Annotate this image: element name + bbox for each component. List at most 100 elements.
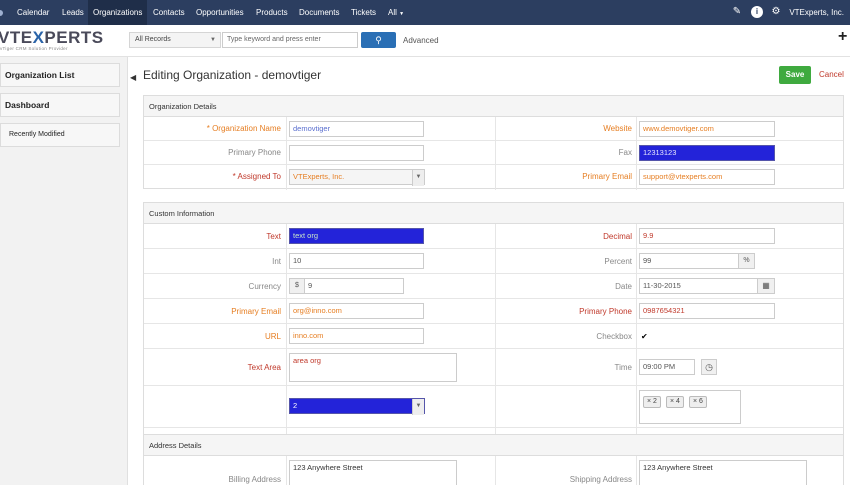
home-icon[interactable] bbox=[0, 10, 3, 16]
logo-text-b: PERTS bbox=[44, 28, 104, 47]
nav-leads[interactable]: Leads bbox=[62, 0, 84, 25]
chevron-down-icon: ▼ bbox=[399, 11, 405, 17]
nav-opportunities[interactable]: Opportunities bbox=[196, 0, 244, 25]
primary-email-input[interactable]: support@vtexperts.com bbox=[639, 169, 775, 185]
time-input[interactable]: 09:00 PM bbox=[639, 359, 695, 375]
search-placeholder: Type keyword and press enter bbox=[227, 36, 321, 43]
remove-tag-icon[interactable]: × bbox=[647, 398, 651, 405]
currency-addon: $ bbox=[289, 278, 305, 294]
sidebar-item-organization-list[interactable]: Organization List bbox=[0, 63, 120, 87]
advanced-search-link[interactable]: Advanced bbox=[403, 36, 439, 45]
collapse-sidebar-icon[interactable]: ◀ bbox=[130, 73, 136, 82]
text-area-input[interactable]: area org bbox=[289, 353, 457, 382]
pencil-icon[interactable]: ✎ bbox=[731, 6, 743, 18]
field-label: * Assigned To bbox=[232, 172, 281, 181]
top-nav: Calendar Leads Organizations Contacts Op… bbox=[0, 0, 850, 25]
field-label: Time bbox=[614, 363, 632, 372]
assigned-to-value: VTExperts, Inc. bbox=[293, 172, 345, 181]
address-details-block: Address Details Billing Address 123 Anyw… bbox=[143, 434, 844, 485]
percent-addon: % bbox=[738, 253, 755, 269]
form-row: * Organization Name demovtiger Website w… bbox=[144, 117, 843, 141]
assigned-to-select[interactable]: VTExperts, Inc. ▼ bbox=[289, 169, 425, 186]
clock-icon[interactable]: ◷ bbox=[701, 359, 717, 375]
field-label: Text Area bbox=[247, 363, 281, 372]
nav-all-label: All bbox=[388, 8, 397, 17]
info-icon[interactable]: i bbox=[751, 6, 763, 18]
sidebar-item-dashboard[interactable]: Dashboard bbox=[0, 93, 120, 117]
picklist-select[interactable]: 2 ▼ bbox=[289, 398, 425, 415]
remove-tag-icon[interactable]: × bbox=[670, 398, 674, 405]
brand-logo[interactable]: VTEXPERTS bbox=[0, 28, 104, 48]
primary-phone-input[interactable] bbox=[289, 145, 424, 161]
billing-address-input[interactable]: 123 Anywhere Street bbox=[289, 460, 457, 485]
url-input[interactable]: inno.com bbox=[289, 328, 424, 344]
records-select[interactable]: All Records ▼ bbox=[129, 32, 221, 48]
field-label: Primary Email bbox=[231, 307, 281, 316]
field-label: Text bbox=[266, 232, 281, 241]
plus-icon[interactable]: + bbox=[838, 28, 847, 46]
cancel-link[interactable]: Cancel bbox=[819, 70, 844, 79]
sidebar-item-recently-modified[interactable]: Recently Modified bbox=[0, 123, 120, 147]
remove-tag-icon[interactable]: × bbox=[693, 398, 697, 405]
logo-text-a: VTE bbox=[0, 28, 33, 47]
multiselect-tag[interactable]: × 4 bbox=[666, 396, 684, 408]
currency-input[interactable]: 9 bbox=[304, 278, 404, 294]
shipping-address-input[interactable]: 123 Anywhere Street bbox=[639, 460, 807, 485]
organization-name-input[interactable]: demovtiger bbox=[289, 121, 424, 137]
field-label: * Organization Name bbox=[206, 124, 281, 133]
field-label: Billing Address bbox=[228, 475, 281, 484]
field-label: Date bbox=[615, 282, 632, 291]
page-title: Editing Organization - demovtiger bbox=[143, 68, 322, 82]
calendar-icon[interactable]: ▦ bbox=[757, 278, 775, 294]
tag-label: 4 bbox=[676, 398, 680, 405]
tag-label: 6 bbox=[699, 398, 703, 405]
decimal-input[interactable]: 9.9 bbox=[639, 228, 775, 244]
form-row: URL inno.com Checkbox ✔ bbox=[144, 324, 843, 349]
field-label: Fax bbox=[618, 148, 632, 157]
field-label: Primary Phone bbox=[579, 307, 632, 316]
custom-phone-input[interactable]: 0987654321 bbox=[639, 303, 775, 319]
multiselect-input[interactable]: × 2 × 4 × 6 bbox=[639, 390, 741, 424]
search-input[interactable]: Type keyword and press enter bbox=[222, 32, 358, 48]
search-button[interactable]: ⚲ bbox=[361, 32, 396, 48]
custom-email-input[interactable]: org@inno.com bbox=[289, 303, 424, 319]
records-select-value: All Records bbox=[135, 36, 171, 43]
nav-contacts[interactable]: Contacts bbox=[153, 0, 185, 25]
caret-down-icon: ▼ bbox=[210, 37, 216, 43]
date-input[interactable]: 11-30-2015 bbox=[639, 278, 758, 294]
field-label: Website bbox=[603, 124, 632, 133]
website-input[interactable]: www.demovtiger.com bbox=[639, 121, 775, 137]
logo-text-x: X bbox=[32, 28, 45, 47]
nav-documents[interactable]: Documents bbox=[299, 0, 339, 25]
block-header: Custom Information bbox=[144, 203, 843, 224]
user-menu[interactable]: VTExperts, Inc. bbox=[789, 0, 844, 25]
form-row: Billing Address 123 Anywhere Street Ship… bbox=[144, 456, 843, 485]
checkbox[interactable]: ✔ bbox=[641, 333, 649, 341]
block-header: Organization Details bbox=[144, 96, 843, 117]
nav-organizations[interactable]: Organizations bbox=[88, 0, 148, 25]
form-row: Text text org Decimal 9.9 bbox=[144, 224, 843, 249]
save-button[interactable]: Save bbox=[779, 66, 811, 84]
nav-products[interactable]: Products bbox=[256, 0, 288, 25]
main-content: Editing Organization - demovtiger Save C… bbox=[137, 57, 850, 485]
nav-calendar[interactable]: Calendar bbox=[17, 0, 49, 25]
fax-input[interactable]: 12313123 bbox=[639, 145, 775, 161]
percent-input[interactable]: 99 bbox=[639, 253, 739, 269]
multiselect-tag[interactable]: × 2 bbox=[643, 396, 661, 408]
gear-icon[interactable]: ⚙ bbox=[770, 6, 782, 18]
form-row: Primary Phone Fax 12313123 bbox=[144, 141, 843, 165]
field-label: Currency bbox=[248, 282, 281, 291]
nav-all[interactable]: All ▼ bbox=[388, 0, 404, 25]
logo-tagline: vTiger CRM Solution Provider bbox=[0, 46, 68, 51]
int-input[interactable]: 10 bbox=[289, 253, 424, 269]
field-label: Int bbox=[272, 257, 281, 266]
form-row: 2 ▼ × 2 × 4 × 6 bbox=[144, 386, 843, 428]
field-label: Decimal bbox=[603, 232, 632, 241]
field-label: Checkbox bbox=[596, 332, 632, 341]
organization-details-block: Organization Details * Organization Name… bbox=[143, 95, 844, 190]
text-input[interactable]: text org bbox=[289, 228, 424, 244]
tag-label: 2 bbox=[653, 398, 657, 405]
multiselect-tag[interactable]: × 6 bbox=[689, 396, 707, 408]
nav-tickets[interactable]: Tickets bbox=[351, 0, 376, 25]
form-row: Currency $ 9 Date 11-30-2015 ▦ bbox=[144, 274, 843, 299]
